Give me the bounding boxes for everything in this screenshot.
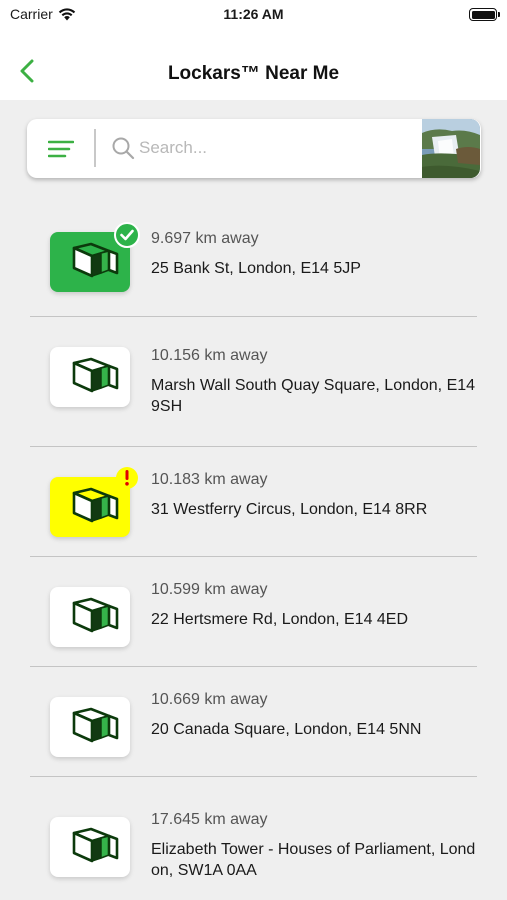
- locker-address: 31 Westferry Circus, London, E14 8RR: [151, 501, 428, 518]
- locker-list: 9.697 km away 25 Bank St, London, E14 5JP…: [0, 206, 507, 897]
- avatar[interactable]: [422, 119, 480, 178]
- locker-address: Elizabeth Tower - Houses of Parliament, …: [151, 841, 476, 879]
- search-icon: [112, 137, 135, 160]
- locker-distance: 10.183 km away: [151, 471, 268, 488]
- locker-distance: 10.599 km away: [151, 581, 268, 598]
- locker-icon-tile: [50, 222, 140, 292]
- locker-icon-tile: [50, 817, 130, 877]
- locker-cube-icon: [72, 827, 119, 863]
- locker-distance: 10.669 km away: [151, 691, 268, 708]
- waterfall-photo: [422, 119, 480, 178]
- alert-badge-icon: [116, 467, 138, 489]
- locker-list-item[interactable]: 10.156 km away Marsh Wall South Quay Squa…: [0, 317, 507, 447]
- locker-list-item[interactable]: 10.183 km away 31 Westferry Circus, Londo…: [0, 447, 507, 557]
- locker-icon-tile: [50, 467, 138, 537]
- locker-cube-icon: [72, 242, 119, 278]
- locker-list-item[interactable]: 17.645 km away Elizabeth Tower - Houses o…: [0, 777, 507, 897]
- locker-distance: 9.697 km away: [151, 230, 259, 247]
- menu-lines-icon: [48, 140, 74, 158]
- filter-menu-button[interactable]: [45, 133, 77, 165]
- locker-list-item[interactable]: 10.669 km away 20 Canada Square, London, …: [0, 667, 507, 777]
- locker-list-item[interactable]: 9.697 km away 25 Bank St, London, E14 5JP: [0, 206, 507, 317]
- search-input[interactable]: [139, 133, 409, 163]
- nav-bar: Lockars™ Near Me: [0, 30, 507, 100]
- locker-address: 20 Canada Square, London, E14 5NN: [151, 721, 422, 738]
- locker-cube-icon: [72, 597, 119, 633]
- locker-icon-tile: [50, 697, 130, 757]
- locker-list-item[interactable]: 10.599 km away 22 Hertsmere Rd, London, E…: [0, 557, 507, 667]
- page-title: Lockars™ Near Me: [167, 63, 340, 84]
- status-time: 11:26 AM: [223, 6, 284, 22]
- search-divider: [94, 129, 96, 167]
- locker-icon-tile: [50, 347, 130, 407]
- locker-cube-icon: [72, 357, 119, 393]
- battery-icon: [469, 8, 500, 21]
- locker-cube-icon: [72, 707, 119, 743]
- locker-address: 22 Hertsmere Rd, London, E14 4ED: [151, 611, 409, 628]
- locker-address: 25 Bank St, London, E14 5JP: [151, 260, 361, 277]
- locker-icon-tile: [50, 587, 130, 647]
- status-bar: Carrier 11:26 AM: [0, 0, 507, 30]
- locker-cube-icon: [72, 487, 119, 523]
- checkmark-badge-icon: [114, 222, 140, 248]
- search-bar: [27, 119, 481, 178]
- locker-distance: 17.645 km away: [151, 811, 268, 828]
- locker-address: Marsh Wall South Quay Square, London, E1…: [151, 377, 476, 415]
- locker-distance: 10.156 km away: [151, 347, 268, 364]
